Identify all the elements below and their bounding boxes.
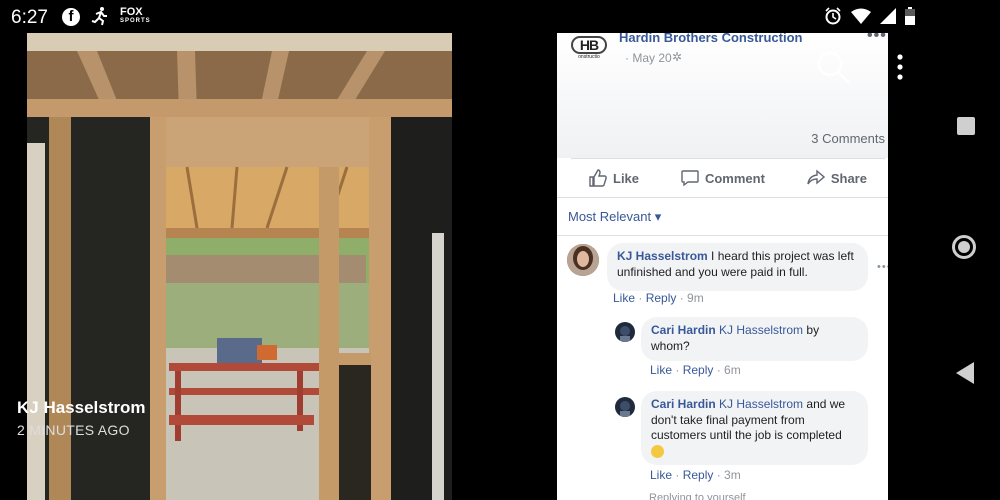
signal-icon bbox=[880, 8, 896, 24]
home-circle-icon[interactable] bbox=[952, 235, 976, 259]
wifi-icon bbox=[851, 8, 871, 24]
facebook-icon: f bbox=[62, 8, 80, 26]
reply-prompt: Replying to yourself bbox=[649, 492, 746, 500]
comment-reply-link[interactable]: Reply bbox=[646, 291, 677, 305]
square-icon[interactable] bbox=[957, 117, 975, 135]
post-screenshot: HB onstructio Hardin Brothers Constructi… bbox=[557, 33, 888, 500]
back-triangle-icon[interactable] bbox=[956, 362, 974, 384]
comment-mention[interactable]: KJ Hasselstrom bbox=[719, 323, 803, 337]
share-icon bbox=[807, 169, 825, 185]
comment-sort-dropdown[interactable]: Most Relevant ▾ bbox=[568, 209, 661, 225]
comment-icon bbox=[681, 170, 699, 187]
page-logo[interactable]: HB onstructio bbox=[571, 36, 607, 64]
thumbs-up-icon bbox=[589, 169, 607, 187]
page-name[interactable]: Hardin Brothers Construction bbox=[619, 33, 802, 45]
comment-mention[interactable]: KJ Hasselstrom bbox=[719, 397, 803, 411]
like-button[interactable]: Like bbox=[571, 169, 657, 187]
avatar[interactable] bbox=[567, 244, 599, 276]
search-icon[interactable] bbox=[816, 50, 852, 91]
comment-like-link[interactable]: Like bbox=[650, 363, 672, 377]
comment-like-link[interactable]: Like bbox=[613, 291, 635, 305]
android-nav-bar bbox=[915, 33, 1000, 500]
comment-meta: Like · Reply · 6m bbox=[650, 363, 741, 377]
comment-author[interactable]: KJ Hasselstrom bbox=[617, 249, 708, 263]
post-more-button[interactable]: ••• bbox=[867, 33, 887, 45]
status-bar: 6:27 f FOX SPORTS bbox=[0, 0, 1000, 33]
share-button[interactable]: Share bbox=[789, 169, 885, 187]
avatar[interactable] bbox=[615, 397, 635, 417]
comment-more-button[interactable]: ••• bbox=[877, 261, 888, 273]
divider bbox=[557, 197, 888, 198]
comment-like-link[interactable]: Like bbox=[650, 468, 672, 482]
comment-count[interactable]: 3 Comments bbox=[811, 131, 885, 146]
post-actions: Like Comment Share bbox=[571, 159, 885, 197]
notification-icons: f FOX SPORTS bbox=[62, 6, 151, 29]
comment-button[interactable]: Comment bbox=[663, 169, 783, 187]
comment-meta: Like · Reply · 3m bbox=[650, 468, 741, 482]
status-time: 6:27 bbox=[11, 7, 48, 28]
alarm-icon bbox=[825, 7, 841, 25]
comment-bubble: KJ Hasselstrom I heard this project was … bbox=[607, 243, 868, 291]
avatar[interactable] bbox=[615, 322, 635, 342]
story-timestamp: 2 MINUTES AGO bbox=[17, 422, 130, 438]
smile-emoji-icon bbox=[651, 444, 664, 458]
comment-author[interactable]: Cari Hardin bbox=[651, 397, 716, 411]
comment-reply-link[interactable]: Reply bbox=[683, 363, 714, 377]
comment-author[interactable]: Cari Hardin bbox=[651, 323, 716, 337]
comment-bubble: Cari Hardin KJ Hasselstrom by whom? bbox=[641, 317, 868, 361]
system-icons bbox=[824, 7, 915, 25]
comment-reply-link[interactable]: Reply bbox=[683, 468, 714, 482]
comment-meta: Like · Reply · 9m bbox=[613, 291, 704, 305]
story-username[interactable]: KJ Hasselstrom bbox=[17, 398, 146, 418]
fox-sports-icon: FOX SPORTS bbox=[120, 6, 151, 25]
battery-icon bbox=[905, 7, 915, 25]
vertical-dots-icon[interactable] bbox=[895, 53, 905, 88]
post-date: · May 20 bbox=[625, 51, 672, 65]
divider bbox=[557, 235, 888, 236]
gear-icon: ✲ bbox=[672, 50, 683, 64]
running-icon bbox=[90, 6, 110, 29]
comment-bubble: Cari Hardin KJ Hasselstrom and we don't … bbox=[641, 391, 868, 465]
